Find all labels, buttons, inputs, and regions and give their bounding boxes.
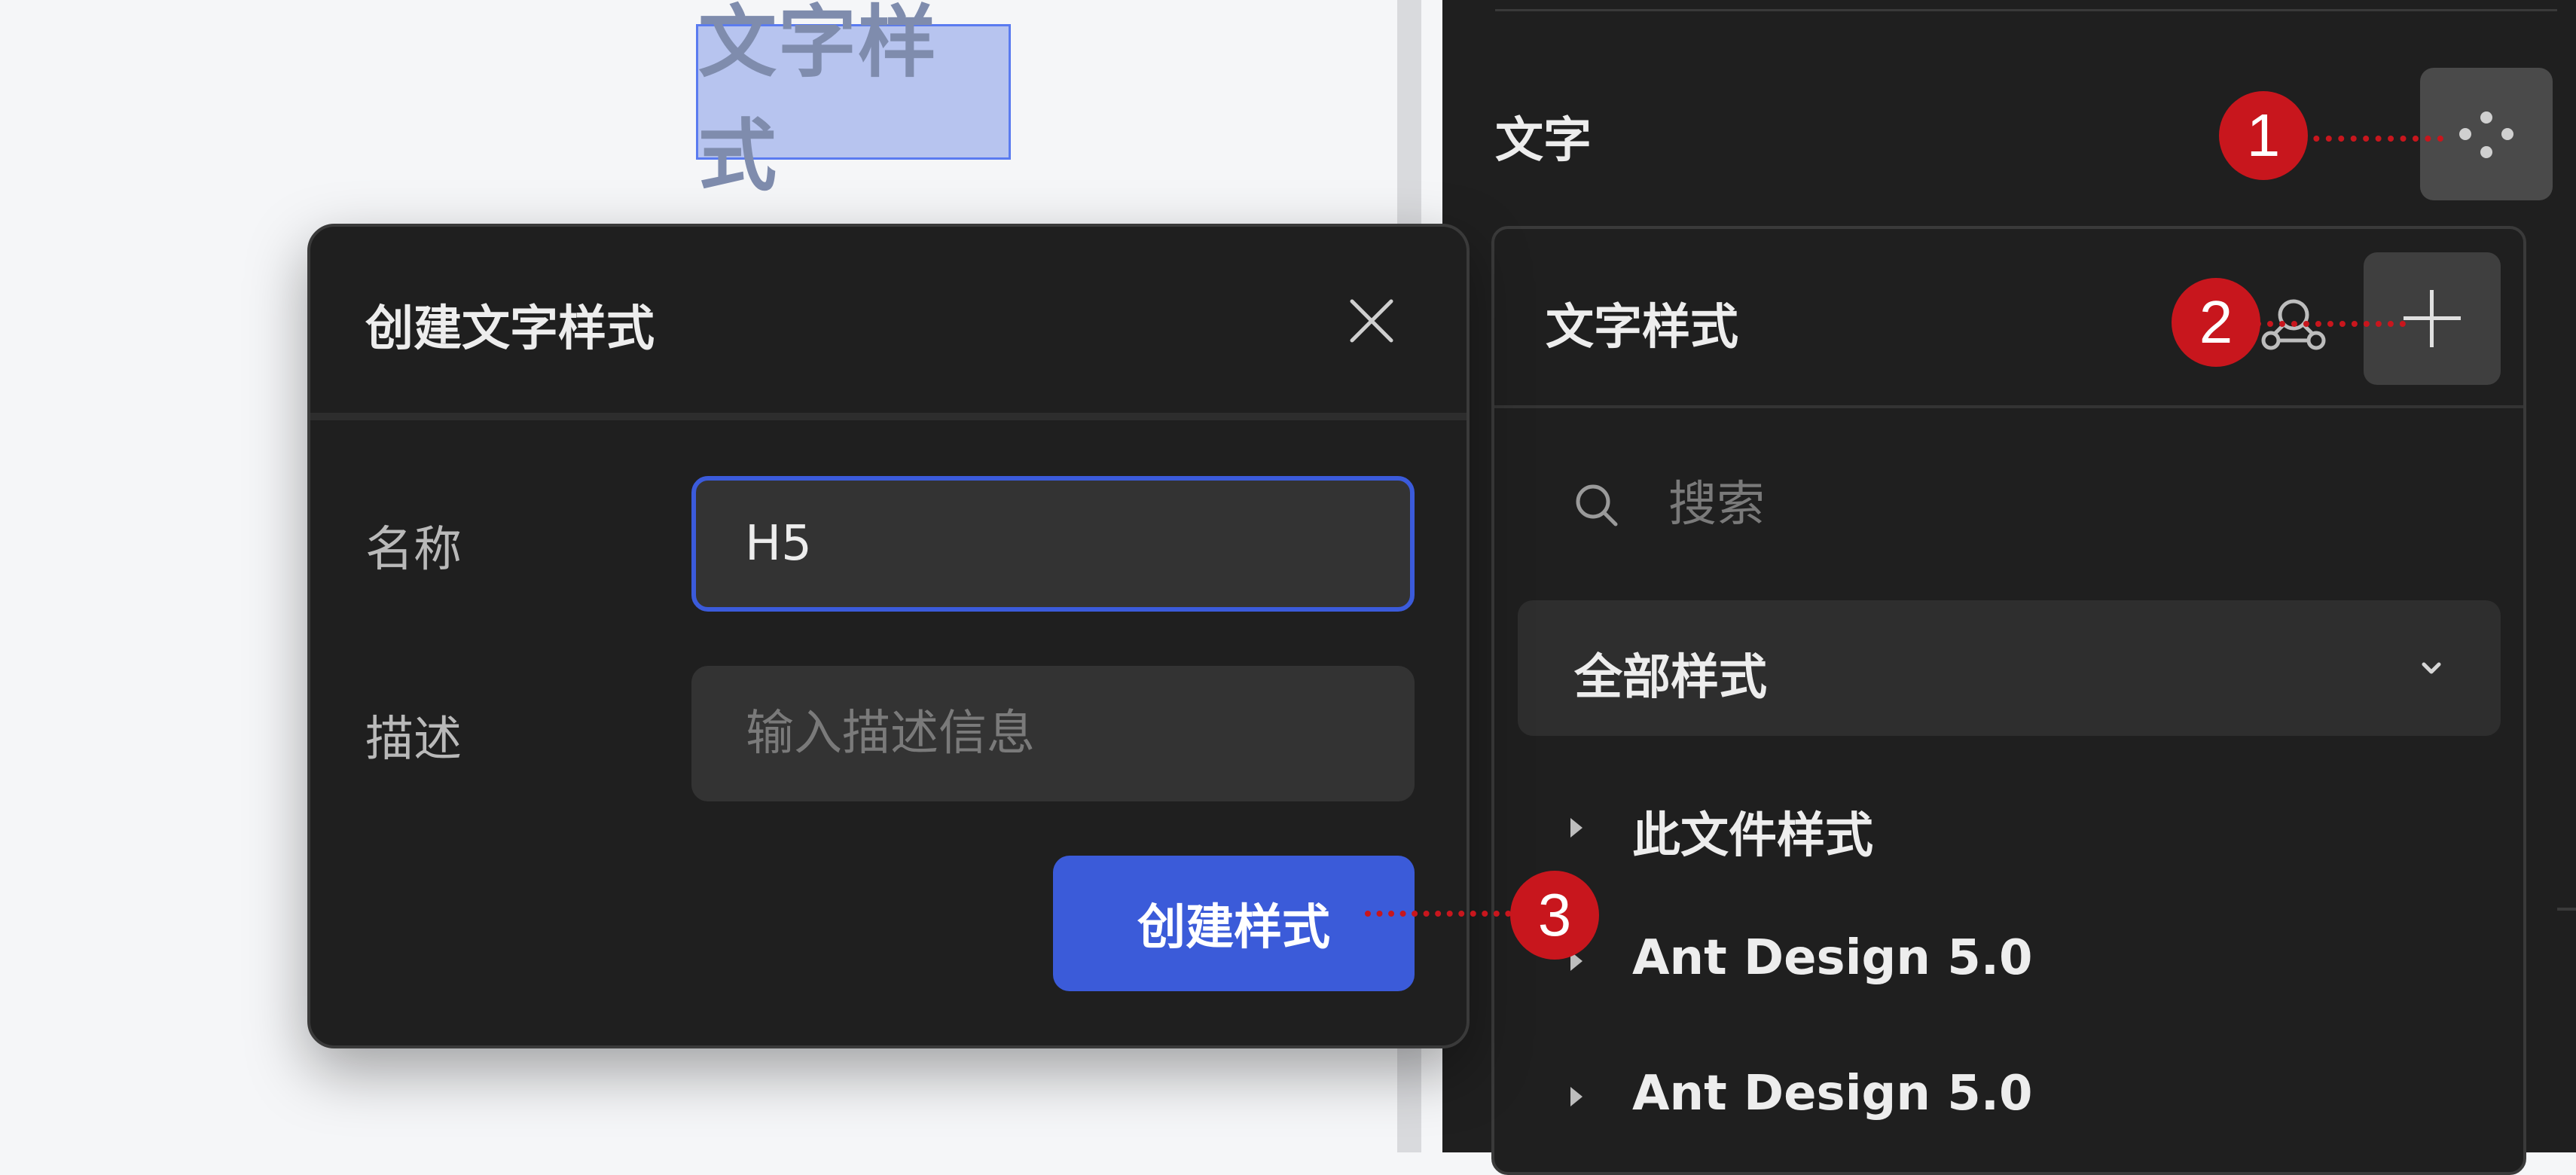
step-callout-2: 2 [2172,278,2260,367]
dialog-header-divider [310,413,1467,420]
selected-text-layer[interactable]: 文字样式 [696,0,1011,202]
name-field-label: 名称 [365,522,462,578]
text-styles-title: 文字样式 [1546,300,1738,356]
popover-header-divider [1494,405,2523,408]
description-field-label: 描述 [365,712,462,768]
style-group-this-file[interactable]: 此文件样式 [1559,774,2493,887]
style-filter-value: 全部样式 [1574,650,1767,706]
chevron-down-icon [2422,662,2441,674]
style-group-label: 此文件样式 [1632,808,1873,864]
style-search-input[interactable] [1668,471,2422,539]
step-callout-3: 3 [1510,871,1599,960]
caret-right-icon [1570,818,1583,838]
add-style-button[interactable] [2364,252,2501,385]
style-group-ant-design[interactable]: Ant Design 5.0 [1559,1043,2493,1156]
callout-leader-line [1365,911,1523,917]
dialog-title: 创建文字样式 [365,301,655,357]
close-icon[interactable] [1344,294,1399,348]
style-description-input[interactable] [691,666,1415,801]
create-style-button[interactable]: 创建样式 [1053,856,1415,991]
style-name-input[interactable] [691,476,1415,612]
style-group-ant-design[interactable]: Ant Design 5.0 [1559,908,2493,1021]
text-section-title: 文字 [1495,113,1592,169]
step-callout-1: 1 [2219,91,2308,180]
search-icon [1576,484,1618,526]
style-group-label: Ant Design 5.0 [1632,1066,2033,1122]
panel-divider [1495,9,2557,11]
style-group-label: Ant Design 5.0 [1632,930,2033,986]
caret-right-icon [1570,1087,1583,1106]
text-style-button[interactable] [2420,68,2553,200]
panel-divider [2557,908,2576,911]
